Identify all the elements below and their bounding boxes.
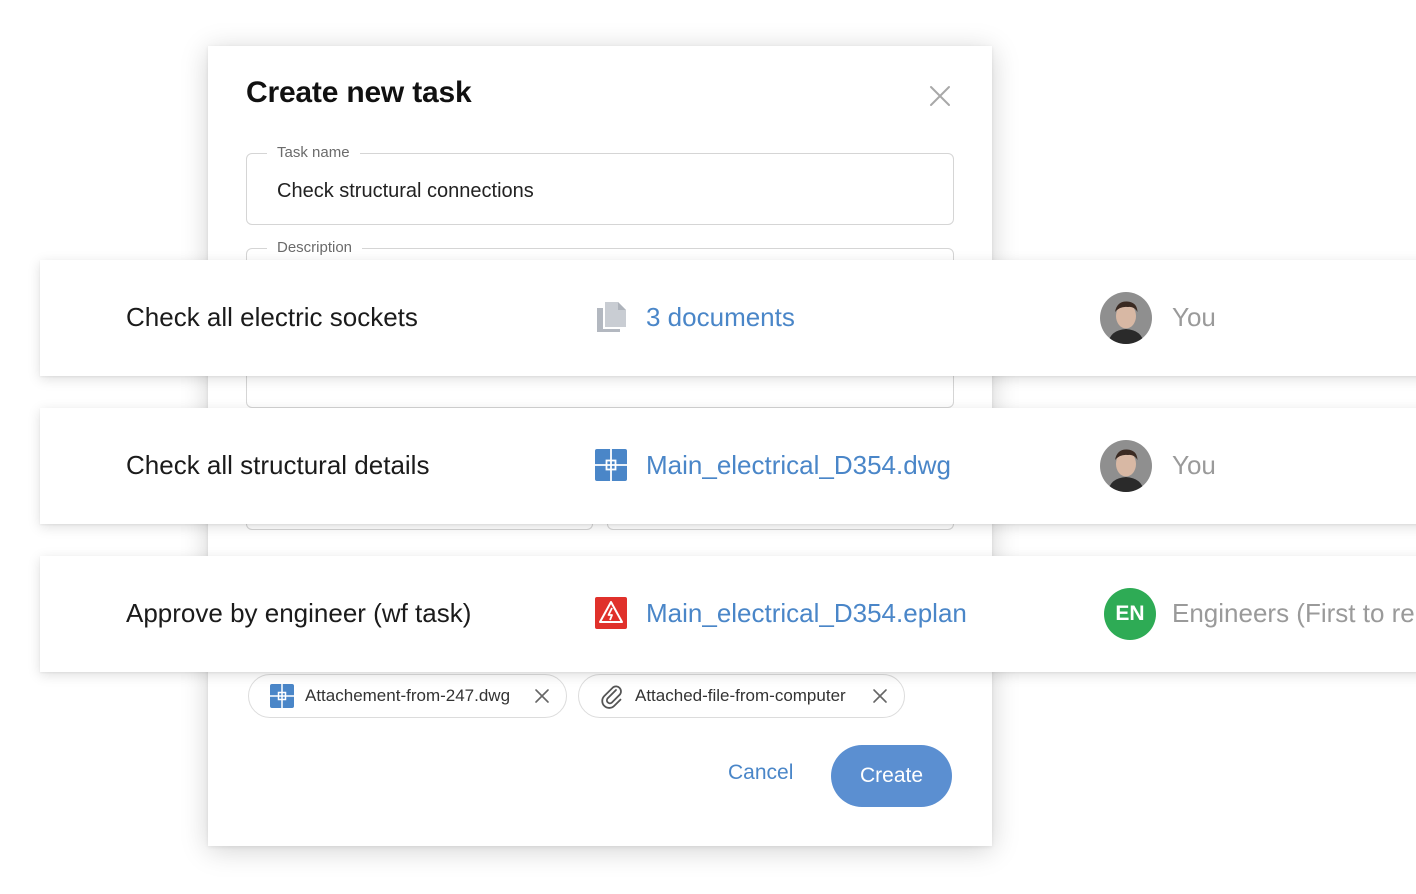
user-avatar: [1100, 440, 1152, 492]
remove-attachment-icon[interactable]: [870, 686, 890, 706]
attachment-label: Attachement-from-247.dwg: [305, 686, 511, 705]
task-name-field[interactable]: Task name Check structural connections: [246, 144, 954, 225]
description-label: Description: [267, 239, 363, 256]
attachment-label: Attached-file-from-computer: [635, 686, 846, 705]
task-title: Approve by engineer (wf task): [126, 598, 472, 628]
assignee-name: You: [1172, 302, 1216, 332]
task-document-link[interactable]: Main_electrical_D354.dwg: [646, 450, 951, 481]
task-document-link[interactable]: Main_electrical_D354.eplan: [646, 598, 967, 629]
task-name-input[interactable]: Check structural connections: [277, 180, 534, 203]
task-row[interactable]: Approve by engineer (wf task) Main_elect…: [40, 556, 1416, 672]
close-icon[interactable]: [926, 82, 954, 110]
task-row[interactable]: Check all structural details Main_electr…: [40, 408, 1416, 524]
task-title: Check all structural details: [126, 450, 430, 480]
user-avatar: [1100, 292, 1152, 344]
attachment-chip[interactable]: Attachement-from-247.dwg: [248, 674, 567, 718]
eplan-file-icon: [594, 596, 628, 630]
dwg-file-icon: [594, 448, 628, 482]
task-documents-link[interactable]: 3 documents: [646, 302, 795, 333]
paperclip-icon: [599, 683, 625, 709]
dwg-file-icon: [269, 683, 295, 709]
task-title: Check all electric sockets: [126, 302, 418, 332]
assignee-name: Engineers (First to re: [1172, 598, 1415, 628]
dialog-title: Create new task: [246, 76, 472, 109]
cancel-button[interactable]: Cancel: [728, 761, 793, 785]
task-name-label: Task name: [267, 144, 360, 161]
group-avatar: EN: [1104, 588, 1156, 640]
attachment-chip[interactable]: Attached-file-from-computer: [578, 674, 905, 718]
task-row[interactable]: Check all electric sockets 3 documents Y…: [40, 260, 1416, 376]
assignee-name: You: [1172, 450, 1216, 480]
remove-attachment-icon[interactable]: [532, 686, 552, 706]
create-button[interactable]: Create: [831, 745, 952, 807]
documents-stack-icon: [594, 300, 628, 334]
